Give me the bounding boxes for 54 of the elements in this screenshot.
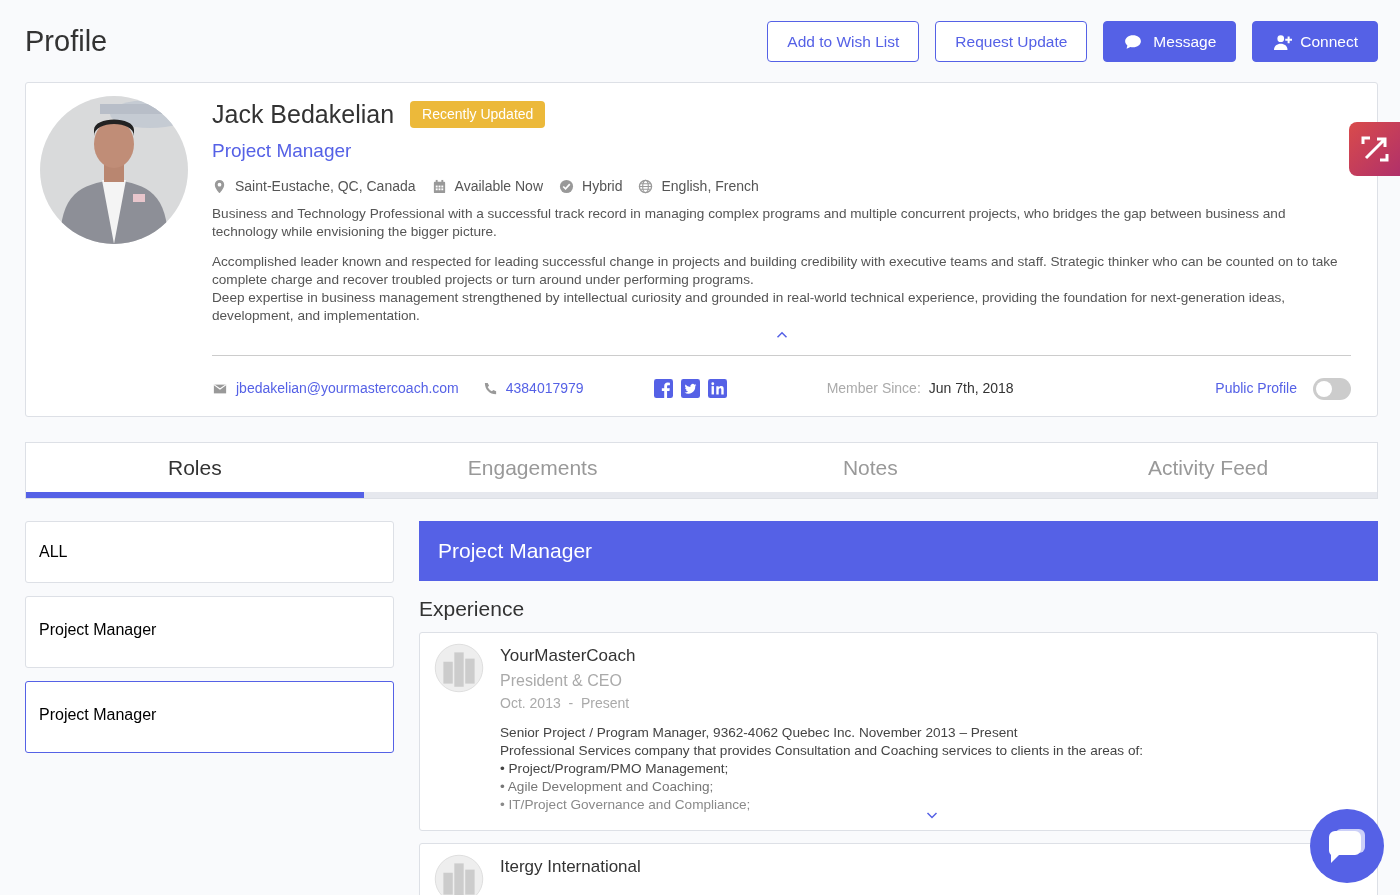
bio-text: Accomplished leader known and respected for leading successful change in projects and building credibility with executive teams and staff. Strategic thinker who can be counted on to take complete charge and recover troubled projects or turn around under performing programs. (212, 252, 1339, 289)
info-text: Available Now (454, 176, 543, 196)
position-title: President & CEO (500, 670, 623, 691)
description-text: • IT/Project Governance and Compliance; (500, 795, 752, 814)
page-title: Profile (25, 24, 108, 59)
chat-bubble-icon[interactable] (1327, 827, 1367, 865)
status-badge: Recently Updated (410, 100, 546, 128)
expand-arrow-icon[interactable] (1359, 134, 1390, 164)
toggle-switch[interactable] (1313, 377, 1351, 400)
bio-text: Deep expertise in business management strengthened by intellectual curiosity and grounded in real-world technical experience, providing the foundation for next-generation ideas, development, and implementation. (212, 288, 1287, 325)
role-item[interactable]: ALL (25, 521, 394, 583)
person-name: Jack Bedakelian (212, 98, 395, 130)
location-pin-icon (212, 178, 227, 194)
description-text: Professional Services company that provides Consultation and Coaching services to clients in the areas of: (500, 741, 1145, 760)
linkedin-icon[interactable] (707, 379, 727, 398)
company-logo-icon (434, 643, 484, 693)
tab[interactable]: Notes (701, 442, 1040, 498)
tab[interactable]: Engagements (363, 442, 702, 498)
action-button[interactable]: Connect (1252, 21, 1378, 63)
facebook-icon[interactable] (653, 379, 673, 398)
check-circle-icon (559, 178, 574, 194)
action-button[interactable]: Request Update (935, 21, 1088, 63)
job-title: Project Manager (212, 139, 353, 163)
field-label: Member Since: (826, 379, 921, 398)
toggle-label: Public Profile (1215, 379, 1297, 398)
info-text: English, French (661, 176, 759, 196)
calendar-icon (431, 178, 447, 194)
add-user-icon (1272, 32, 1295, 51)
info-text: Hybrid (582, 176, 623, 196)
section-header: Project Manager (419, 521, 1378, 581)
action-button[interactable]: Add to Wish List (767, 21, 920, 63)
envelope-icon (212, 381, 228, 396)
description-text: Senior Project / Program Manager, 9362-4062 Quebec Inc. November 2013 – Present (500, 723, 1019, 742)
tab[interactable]: Activity Feed (1039, 442, 1377, 498)
chat-bubble-icon (1123, 32, 1144, 51)
company-name: Itergy International (500, 855, 642, 878)
role-item[interactable]: Project Manager (25, 596, 394, 668)
twitter-icon[interactable] (680, 379, 700, 398)
date-range: Oct. 2013 - Present (500, 693, 631, 713)
bio-text: Business and Technology Professional with a successful track record in managing complex programs and multiple concurrent projects, who bridges the gap between business and technology while envisioning the bigger picture. (212, 204, 1287, 241)
section-title: Experience (419, 595, 526, 622)
launcher-button[interactable] (1349, 122, 1400, 176)
description-text: • Agile Development and Coaching; (500, 777, 715, 796)
globe-icon (638, 178, 654, 194)
phone-icon (482, 381, 498, 396)
company-name: YourMasterCoach (500, 645, 637, 667)
description-text: • Project/Program/PMO Management; (500, 759, 730, 778)
info-text: Saint-Eustache, QC, Canada (235, 176, 416, 196)
phone-link[interactable]: 4384017979 (505, 378, 584, 399)
tab[interactable]: Roles (26, 442, 364, 498)
role-item[interactable]: Project Manager (25, 681, 394, 753)
action-button[interactable]: Message (1103, 21, 1237, 63)
member-date: Jun 7th, 2018 (928, 379, 1014, 398)
email-link[interactable]: jbedakelian@yourmastercoach.com (236, 378, 459, 399)
